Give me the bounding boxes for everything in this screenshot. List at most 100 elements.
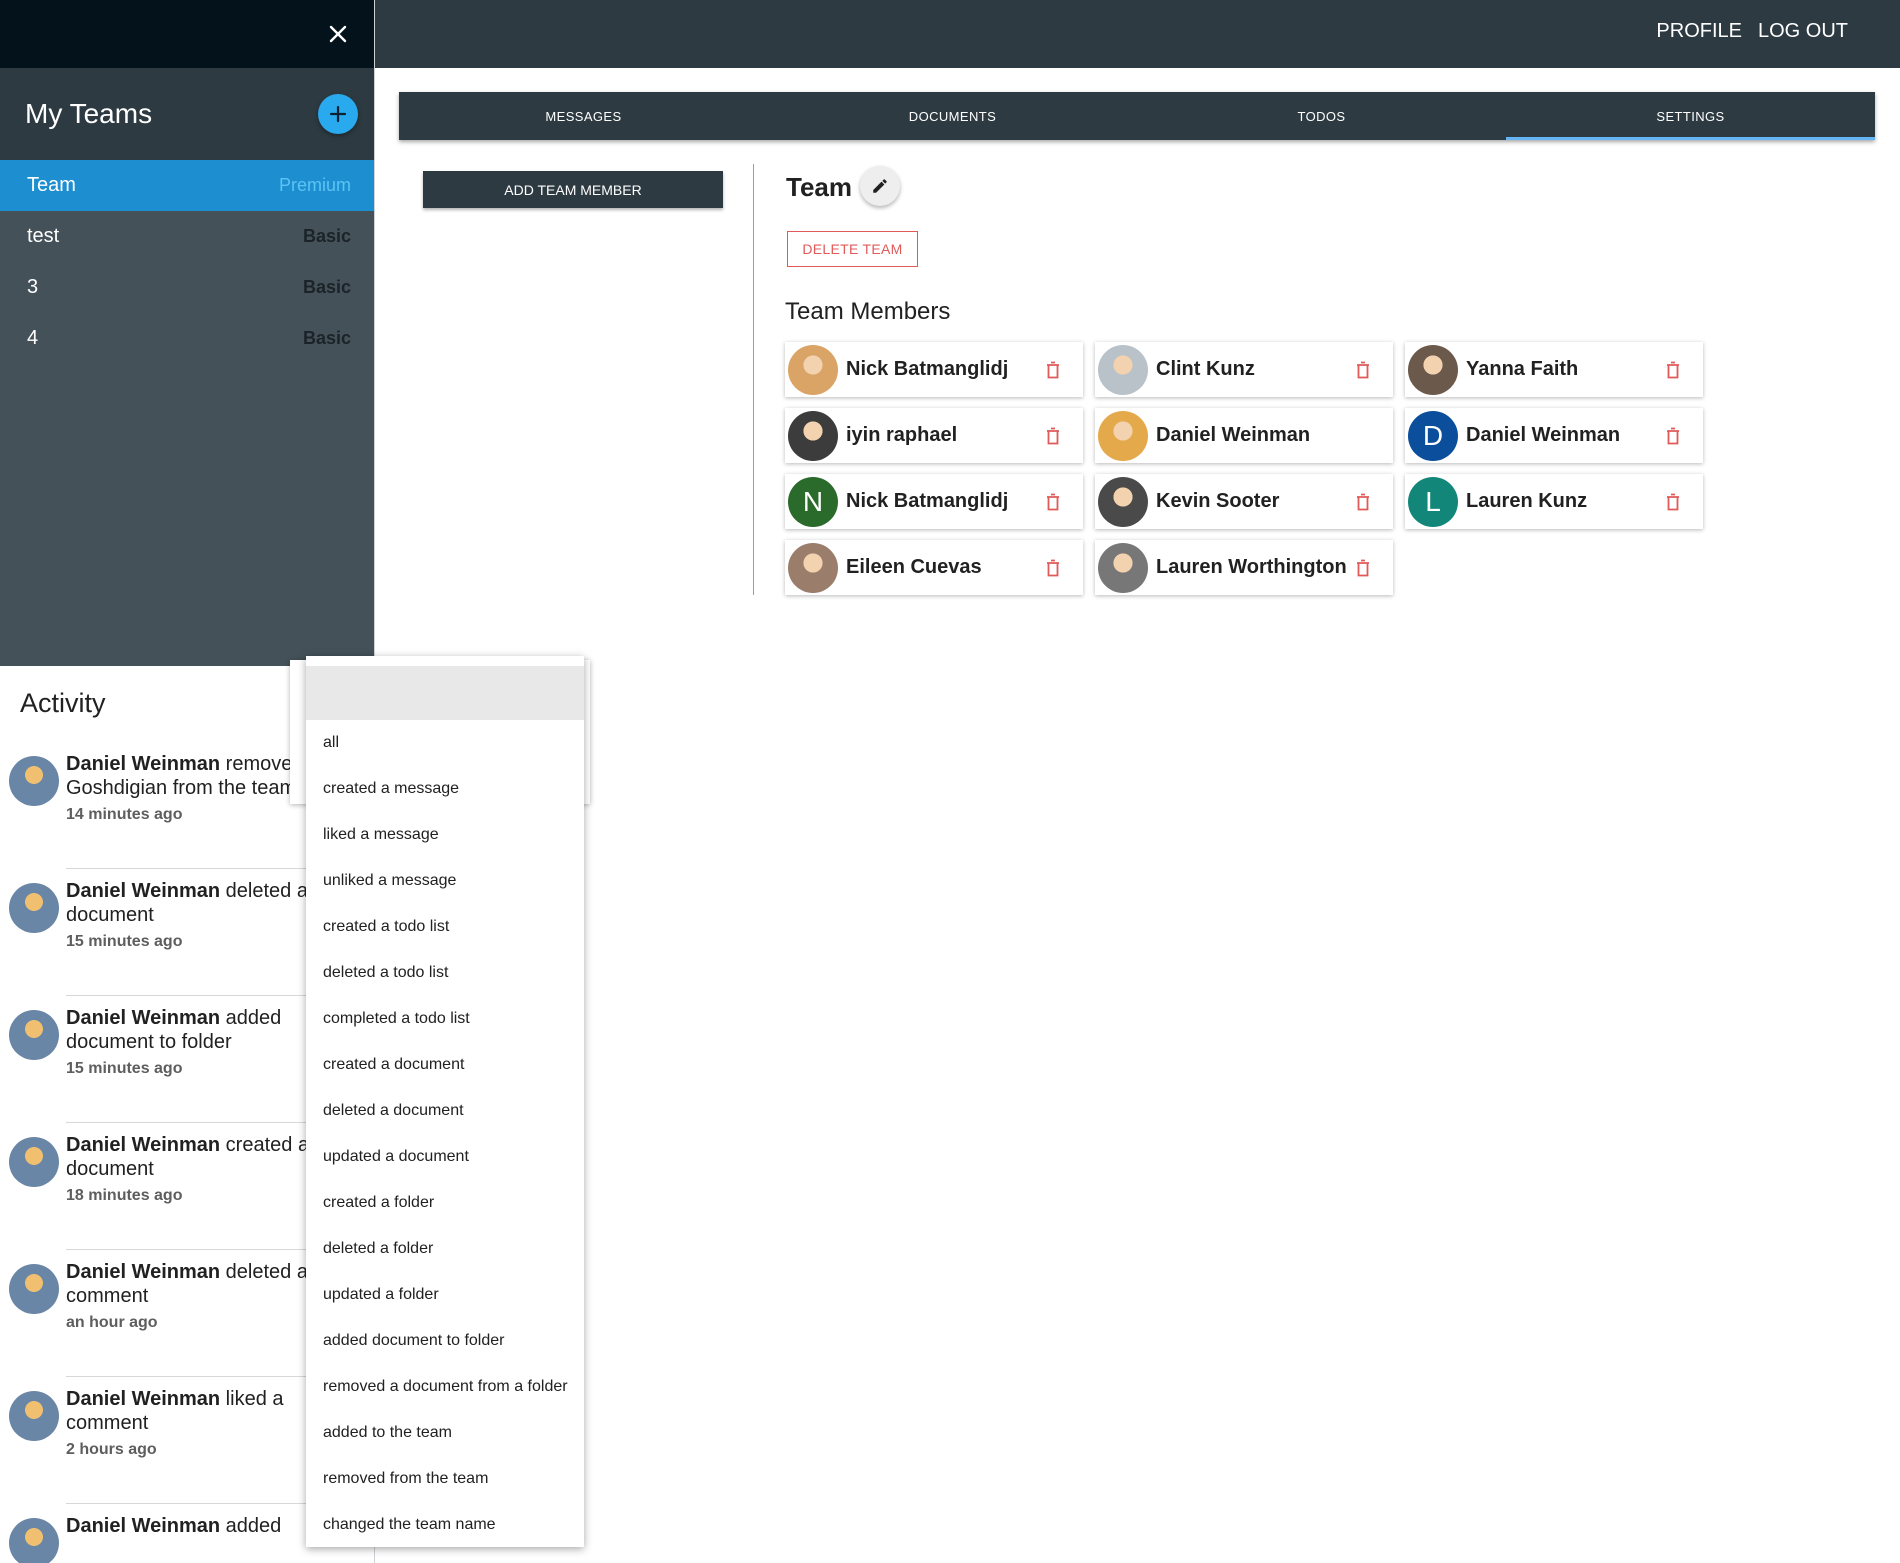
avatar: [9, 1391, 59, 1441]
member-card: Eileen Cuevas: [785, 540, 1083, 595]
team-item-name: Team: [27, 174, 76, 196]
teams-header: My Teams: [0, 68, 374, 160]
team-item-name: 3: [27, 276, 39, 298]
trash-icon: [1047, 493, 1059, 510]
activity-user: Daniel Weinman: [66, 753, 221, 775]
team-members-grid: Nick Batmanglidj Clint Kunz Yanna Faith iyi…: [785, 342, 1703, 595]
remove-member-button[interactable]: [1663, 425, 1683, 447]
member-card: iyin raphael: [785, 408, 1083, 463]
dropdown-option[interactable]: changed the team name: [306, 1502, 584, 1548]
team-item-name: test: [27, 225, 60, 247]
sidebar-top-bar: [0, 0, 374, 68]
member-name: iyin raphael: [846, 424, 958, 446]
dropdown-option[interactable]: removed a document from a folder: [306, 1364, 584, 1410]
delete-team-button[interactable]: DELETE TEAM: [787, 231, 918, 267]
member-name: Clint Kunz: [1156, 358, 1255, 380]
dropdown-option[interactable]: created a todo list: [306, 904, 584, 950]
remove-member-button[interactable]: [1353, 491, 1373, 513]
team-item[interactable]: 4 Basic: [0, 313, 374, 364]
member-name: Yanna Faith: [1466, 358, 1579, 380]
dropdown-option[interactable]: updated a document: [306, 1134, 584, 1180]
pencil-icon: [873, 179, 887, 193]
trash-icon: [1047, 427, 1059, 444]
activity-action: added: [220, 1515, 282, 1537]
remove-member-button[interactable]: [1043, 557, 1063, 579]
avatar: [1098, 410, 1148, 461]
avatar: [9, 1010, 59, 1060]
dropdown-option[interactable]: deleted a todo list: [306, 950, 584, 996]
trash-icon: [1047, 361, 1059, 378]
top-links: PROFILE LOG OUT: [1656, 20, 1848, 43]
plus-icon: [329, 105, 347, 123]
team-item[interactable]: Team Premium: [0, 160, 374, 211]
remove-member-button[interactable]: [1043, 359, 1063, 381]
member-card: Lauren Worthington: [1095, 540, 1393, 595]
remove-member-button[interactable]: [1663, 491, 1683, 513]
add-team-button[interactable]: [318, 94, 358, 134]
dropdown-option[interactable]: completed a todo list: [306, 996, 584, 1042]
dropdown-option[interactable]: created a folder: [306, 1180, 584, 1226]
avatar: [9, 756, 59, 806]
avatar: D: [1408, 410, 1458, 461]
dropdown-option[interactable]: deleted a folder: [306, 1226, 584, 1272]
activity-user: Daniel Weinman: [66, 1261, 221, 1283]
trash-icon: [1357, 559, 1369, 576]
dropdown-option[interactable]: added document to folder: [306, 1318, 584, 1364]
team-item[interactable]: 3 Basic: [0, 262, 374, 313]
avatar: [1408, 344, 1458, 395]
remove-member-button[interactable]: [1663, 359, 1683, 381]
member-card: Kevin Sooter: [1095, 474, 1393, 529]
edit-team-name-button[interactable]: [860, 166, 900, 206]
trash-icon: [1357, 493, 1369, 510]
tab-todos[interactable]: TODOS: [1137, 92, 1506, 140]
team-item[interactable]: test Basic: [0, 211, 374, 262]
remove-member-button[interactable]: [1043, 425, 1063, 447]
dropdown-option[interactable]: created a message: [306, 766, 584, 812]
team-tabs: MESSAGES DOCUMENTS TODOS SETTINGS: [399, 92, 1875, 140]
activity-user: Daniel Weinman: [66, 1007, 221, 1029]
dropdown-option[interactable]: deleted a document: [306, 1088, 584, 1134]
team-item-name: 4: [27, 327, 39, 349]
dropdown-option[interactable]: created a document: [306, 1042, 584, 1088]
dropdown-option[interactable]: removed from the team: [306, 1456, 584, 1502]
member-name: Eileen Cuevas: [846, 556, 982, 578]
dropdown-option[interactable]: added to the team: [306, 1410, 584, 1456]
tab-documents[interactable]: DOCUMENTS: [768, 92, 1137, 140]
avatar: [788, 542, 838, 593]
avatar: N: [788, 476, 838, 527]
avatar: [9, 883, 59, 933]
logout-link[interactable]: LOG OUT: [1758, 20, 1848, 43]
dropdown-options: all created a message liked a message unlik…: [306, 720, 584, 1548]
close-icon: [329, 25, 347, 43]
team-plan-badge: Basic: [302, 226, 351, 246]
member-name: Nick Batmanglidj: [846, 358, 1009, 380]
dropdown-option[interactable]: liked a message: [306, 812, 584, 858]
member-name: Daniel Weinman: [1466, 424, 1621, 446]
remove-member-button[interactable]: [1353, 359, 1373, 381]
member-card: L Lauren Kunz: [1405, 474, 1703, 529]
add-team-member-button[interactable]: ADD TEAM MEMBER: [423, 171, 723, 208]
trash-icon: [1667, 427, 1679, 444]
remove-member-button[interactable]: [1353, 557, 1373, 579]
tab-messages[interactable]: MESSAGES: [399, 92, 768, 140]
close-sidebar-button[interactable]: [318, 14, 358, 54]
avatar: [9, 1137, 59, 1187]
team-plan-badge: Premium: [278, 175, 351, 195]
trash-icon: [1047, 559, 1059, 576]
member-name: Kevin Sooter: [1156, 490, 1280, 512]
dropdown-option[interactable]: all: [306, 720, 584, 766]
activity-filter-menu: all created a message liked a message unlik…: [306, 656, 584, 1547]
avatar: [9, 1518, 59, 1563]
remove-member-button[interactable]: [1043, 491, 1063, 513]
dropdown-option[interactable]: updated a folder: [306, 1272, 584, 1318]
member-name: Lauren Kunz: [1466, 490, 1588, 512]
tab-settings[interactable]: SETTINGS: [1506, 92, 1875, 140]
trash-icon: [1667, 493, 1679, 510]
dropdown-selected-option[interactable]: [306, 666, 584, 720]
dropdown-option[interactable]: unliked a message: [306, 858, 584, 904]
member-card: Daniel Weinman: [1095, 408, 1393, 463]
teams-title: My Teams: [25, 98, 153, 129]
teams-panel: My Teams Team Premium test Basic 3 Basic 4 Basi…: [0, 68, 374, 666]
profile-link[interactable]: PROFILE: [1656, 20, 1742, 43]
member-card: Yanna Faith: [1405, 342, 1703, 397]
